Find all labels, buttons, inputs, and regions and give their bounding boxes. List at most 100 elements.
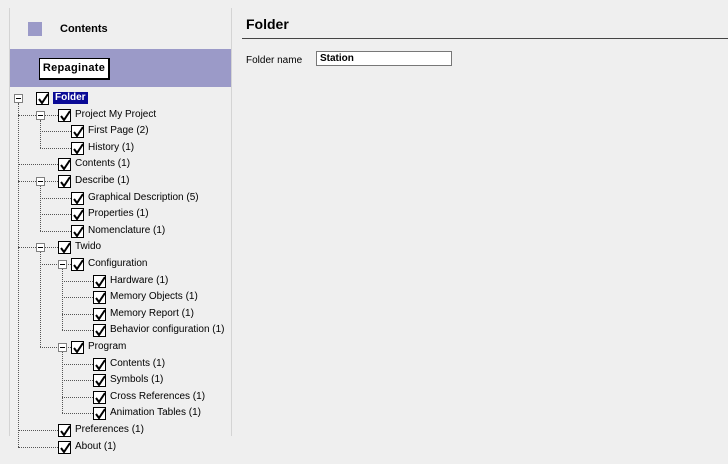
- collapse-icon[interactable]: [36, 177, 45, 186]
- tree-checkbox[interactable]: [71, 192, 84, 205]
- tree-item-label[interactable]: Project My Project: [75, 109, 156, 121]
- checkmark-icon: [73, 342, 84, 354]
- tree-checkbox[interactable]: [58, 109, 71, 122]
- contents-header: [10, 10, 231, 46]
- tree-connector: [62, 297, 93, 298]
- tree-checkbox[interactable]: [36, 92, 49, 105]
- tree-checkbox[interactable]: [93, 374, 106, 387]
- tree-item-label[interactable]: About (1): [75, 441, 116, 453]
- tree-connector: [62, 364, 93, 365]
- tree-connector: [40, 198, 71, 199]
- tree-item-label[interactable]: Contents (1): [110, 358, 165, 370]
- tree-item-label[interactable]: Memory Report (1): [110, 308, 194, 320]
- tree-checkbox[interactable]: [93, 275, 106, 288]
- tree-connector: [62, 413, 93, 414]
- checkmark-icon: [73, 193, 84, 205]
- collapse-icon[interactable]: [36, 243, 45, 252]
- tree-item-label[interactable]: Configuration: [88, 258, 147, 270]
- page-title: Folder: [246, 16, 289, 32]
- folder-name-label: Folder name: [246, 55, 303, 66]
- checkmark-icon: [60, 159, 71, 171]
- tree-item-label[interactable]: Properties (1): [88, 208, 149, 220]
- tree-connector: [40, 231, 71, 232]
- tree-item-label[interactable]: Nomenclature (1): [88, 225, 165, 237]
- tree-connector: [40, 131, 71, 132]
- tree-connector: [40, 120, 41, 148]
- tree-connector: [62, 269, 63, 330]
- tree-item-label[interactable]: First Page (2): [88, 125, 149, 137]
- checkmark-icon: [95, 375, 106, 387]
- tree-item-label[interactable]: Behavior configuration (1): [110, 324, 225, 336]
- checkmark-icon: [73, 226, 84, 238]
- folder-name-field[interactable]: [316, 51, 452, 66]
- checkmark-icon: [95, 276, 106, 288]
- tree-checkbox[interactable]: [93, 308, 106, 321]
- checkmark-icon: [95, 359, 106, 371]
- tree-checkbox[interactable]: [71, 208, 84, 221]
- tree-item-label[interactable]: Preferences (1): [75, 424, 144, 436]
- tree-connector: [62, 352, 63, 413]
- tree-item-label[interactable]: Memory Objects (1): [110, 291, 198, 303]
- collapse-icon[interactable]: [58, 343, 67, 352]
- tree-connector: [62, 397, 93, 398]
- tree-checkbox[interactable]: [93, 358, 106, 371]
- tree-connector: [62, 314, 93, 315]
- tree-checkbox[interactable]: [93, 291, 106, 304]
- tree-checkbox[interactable]: [58, 158, 71, 171]
- tree-item-label[interactable]: Twido: [75, 241, 101, 253]
- tree-item-label[interactable]: History (1): [88, 142, 134, 154]
- sidebar-right-border: [231, 8, 232, 436]
- title-divider: [242, 38, 728, 39]
- checkmark-icon: [95, 392, 106, 404]
- contents-title: Contents: [60, 23, 108, 35]
- tree-connector: [40, 252, 41, 347]
- collapse-icon[interactable]: [36, 111, 45, 120]
- tree-checkbox[interactable]: [58, 424, 71, 437]
- collapse-icon[interactable]: [14, 94, 23, 103]
- checkmark-icon: [95, 292, 106, 304]
- tree-checkbox[interactable]: [58, 175, 71, 188]
- checkmark-icon: [60, 425, 71, 437]
- tree-item-label[interactable]: Animation Tables (1): [110, 407, 201, 419]
- checkmark-icon: [73, 259, 84, 271]
- tree-checkbox[interactable]: [93, 324, 106, 337]
- tree-item-label[interactable]: Graphical Description (5): [88, 192, 199, 204]
- tree-checkbox[interactable]: [71, 341, 84, 354]
- tree-connector: [18, 164, 58, 165]
- checkmark-icon: [73, 143, 84, 155]
- tree-connector: [62, 281, 93, 282]
- tree-connector: [40, 148, 71, 149]
- checkmark-icon: [60, 442, 71, 454]
- tree-item-label[interactable]: Program: [88, 341, 126, 353]
- checkmark-icon: [38, 93, 49, 105]
- tree-connector: [40, 186, 41, 231]
- tree-checkbox[interactable]: [71, 225, 84, 238]
- tree-checkbox[interactable]: [71, 142, 84, 155]
- tree-connector: [40, 214, 71, 215]
- tree-connector: [62, 330, 93, 331]
- tree-item-label[interactable]: Describe (1): [75, 175, 129, 187]
- main-panel: Folder Folder name: [238, 8, 728, 436]
- checkmark-icon: [73, 126, 84, 138]
- tree-checkbox[interactable]: [71, 258, 84, 271]
- checkmark-icon: [95, 325, 106, 337]
- contents-square-icon: [28, 22, 42, 36]
- tree-checkbox[interactable]: [58, 241, 71, 254]
- tree-item-label[interactable]: Symbols (1): [110, 374, 163, 386]
- checkmark-icon: [95, 408, 106, 420]
- tree-checkbox[interactable]: [93, 407, 106, 420]
- checkmark-icon: [73, 209, 84, 221]
- tree-item-label[interactable]: Contents (1): [75, 158, 130, 170]
- tree-item-label[interactable]: Folder: [53, 92, 88, 104]
- checkmark-icon: [60, 242, 71, 254]
- tree-checkbox[interactable]: [71, 125, 84, 138]
- checkmark-icon: [60, 110, 71, 122]
- tree-item-label[interactable]: Cross References (1): [110, 391, 205, 403]
- repaginate-button[interactable]: Repaginate: [39, 58, 110, 80]
- collapse-icon[interactable]: [58, 260, 67, 269]
- tree-item-label[interactable]: Hardware (1): [110, 275, 168, 287]
- tree-checkbox[interactable]: [58, 441, 71, 454]
- tree-checkbox[interactable]: [93, 391, 106, 404]
- tree-connector: [18, 430, 58, 431]
- tree-connector: [18, 447, 58, 448]
